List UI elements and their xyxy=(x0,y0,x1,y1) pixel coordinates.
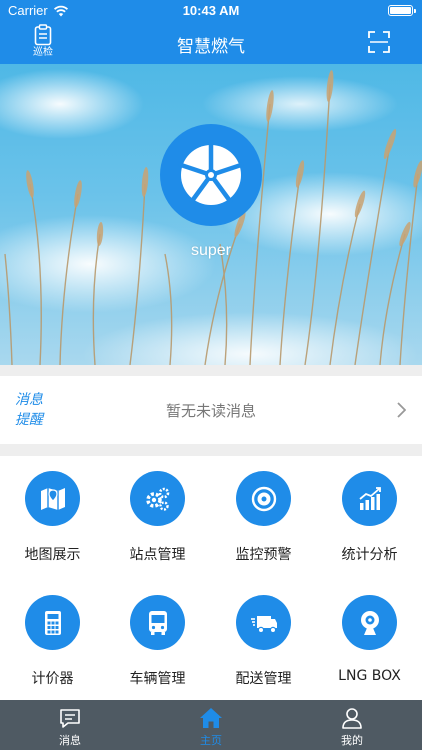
tab-label: 消息 xyxy=(59,734,81,747)
grid-item-label: 统计分析 xyxy=(341,547,398,563)
username-label: super xyxy=(190,242,232,259)
message-status-text: 暂无未读消息 xyxy=(165,402,256,420)
scan-icon[interactable] xyxy=(368,31,390,53)
calculator-icon xyxy=(25,595,80,650)
status-bar: Carrier 10:43 AM xyxy=(0,0,422,22)
gears-icon xyxy=(130,471,185,526)
truck-icon xyxy=(236,595,291,650)
grid-item-label: 监控预警 xyxy=(235,547,292,563)
grid-item-delivery[interactable]: 配送管理 xyxy=(211,580,316,700)
alarm-icon xyxy=(236,471,291,526)
wheel-logo-icon xyxy=(178,141,244,205)
bus-icon xyxy=(130,595,185,650)
tab-label: 我的 xyxy=(341,734,363,747)
grid-item-monitor[interactable]: 监控预警 xyxy=(211,456,316,576)
grid-item-statistics[interactable]: 统计分析 xyxy=(317,456,422,576)
app-screen: Carrier 10:43 AM 巡检 智慧燃气 super 消息 提醒 暂无未… xyxy=(0,0,422,750)
grid-item-meter[interactable]: 计价器 xyxy=(0,580,105,700)
top-bar: Carrier 10:43 AM 巡检 智慧燃气 xyxy=(0,0,422,64)
chat-icon xyxy=(60,709,80,728)
tab-messages[interactable]: 消息 xyxy=(0,700,140,750)
grid-item-lng-box[interactable]: LNG BOX xyxy=(317,580,422,700)
user-icon xyxy=(342,708,362,729)
function-grid: 地图展示 站点管理 监控预警 统计分析 计价器 车辆管理 配送管理 LNG BO… xyxy=(0,456,422,700)
webcam-icon xyxy=(342,595,397,650)
chart-icon xyxy=(342,471,397,526)
grid-item-vehicles[interactable]: 车辆管理 xyxy=(105,580,210,700)
tab-label: 主页 xyxy=(200,734,222,747)
grid-item-label: 配送管理 xyxy=(235,671,292,687)
grid-item-map[interactable]: 地图展示 xyxy=(0,456,105,576)
grid-item-label: 站点管理 xyxy=(129,547,186,563)
tab-home[interactable]: 主页 xyxy=(141,700,281,750)
status-time: 10:43 AM xyxy=(182,3,240,18)
map-icon xyxy=(25,471,80,526)
hero-banner: super xyxy=(0,64,422,365)
grid-item-label: 计价器 xyxy=(31,671,74,687)
grid-item-label: 地图展示 xyxy=(24,547,81,563)
grid-item-label: 车辆管理 xyxy=(129,671,186,687)
nav-bar: 巡检 智慧燃气 xyxy=(0,22,422,64)
tab-profile[interactable]: 我的 xyxy=(282,700,422,750)
page-title: 智慧燃气 xyxy=(177,37,245,57)
tab-bar: 消息 主页 我的 xyxy=(0,700,422,750)
chevron-right-icon xyxy=(397,402,406,418)
app-logo[interactable] xyxy=(160,124,262,226)
message-bar[interactable]: 消息 提醒 暂无未读消息 xyxy=(0,376,422,444)
grid-item-stations[interactable]: 站点管理 xyxy=(105,456,210,576)
battery-icon xyxy=(388,5,416,16)
home-icon xyxy=(200,708,222,728)
grid-item-label: LNG BOX xyxy=(338,668,401,684)
